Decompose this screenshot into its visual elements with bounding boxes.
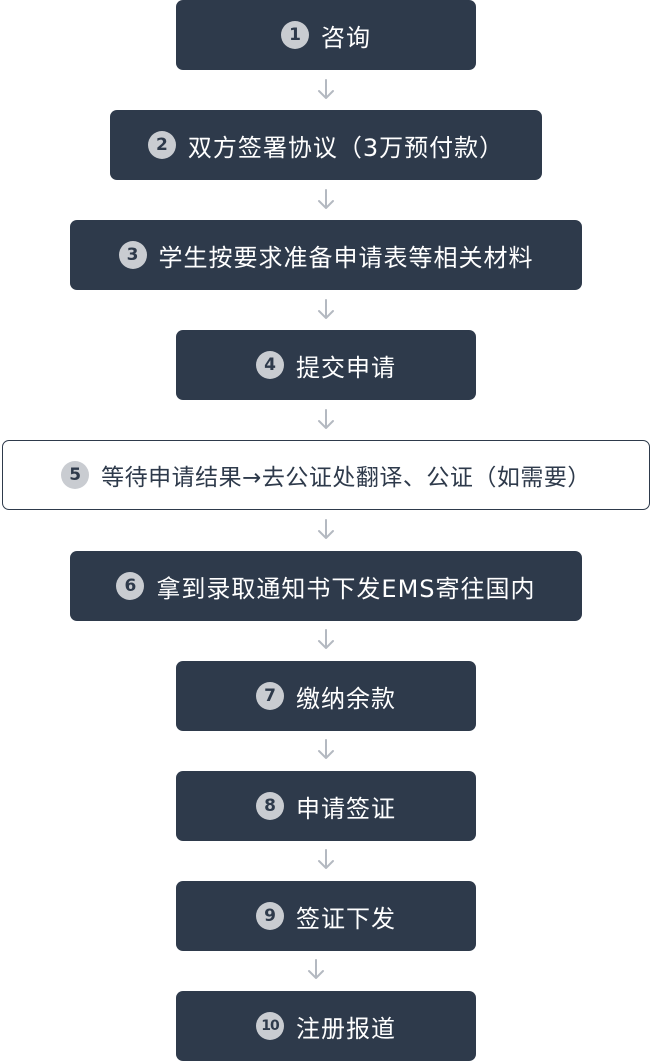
step-6-box: 6 拿到录取通知书下发EMS寄往国内	[70, 551, 582, 621]
step-label: 咨询	[321, 23, 371, 52]
step-number-badge: 7	[256, 682, 284, 710]
step-number-badge: 10	[256, 1012, 284, 1040]
step-number-badge: 1	[281, 21, 309, 49]
step-4-box: 4 提交申请	[176, 330, 476, 400]
step-label: 签证下发	[296, 904, 396, 933]
step-label: 等待申请结果→去公证处翻译、公证（如需要）	[101, 465, 591, 491]
step-number-badge: 2	[147, 131, 176, 159]
step-label: 申请签证	[296, 794, 396, 823]
step-7-box: 7 缴纳余款	[176, 661, 476, 731]
down-arrow-icon	[316, 188, 336, 212]
down-arrow-icon	[316, 78, 336, 102]
step-number-badge: 9	[256, 902, 284, 930]
down-arrow-icon	[316, 628, 336, 652]
step-8-box: 8 申请签证	[176, 771, 476, 841]
step-5-box: 5 等待申请结果→去公证处翻译、公证（如需要）	[2, 440, 650, 510]
step-number-badge: 4	[256, 351, 284, 379]
step-1-box: 1 咨询	[176, 0, 476, 70]
step-2-box: 2 双方签署协议（3万预付款）	[110, 110, 542, 180]
step-label: 提交申请	[296, 353, 396, 382]
step-10-box: 10 注册报道	[176, 991, 476, 1061]
step-label: 拿到录取通知书下发EMS寄往国内	[156, 574, 536, 603]
down-arrow-icon	[306, 958, 326, 982]
step-label: 双方签署协议（3万预付款）	[187, 133, 505, 162]
step-label: 学生按要求准备申请表等相关材料	[158, 243, 534, 272]
step-number-badge: 3	[118, 241, 147, 269]
step-number-badge: 8	[256, 792, 284, 820]
step-label: 缴纳余款	[296, 684, 396, 713]
down-arrow-icon	[316, 738, 336, 762]
down-arrow-icon	[316, 298, 336, 322]
down-arrow-icon	[316, 848, 336, 872]
down-arrow-icon	[316, 518, 336, 542]
step-label: 注册报道	[296, 1014, 396, 1043]
step-9-box: 9 签证下发	[176, 881, 476, 951]
step-3-box: 3 学生按要求准备申请表等相关材料	[70, 220, 582, 290]
down-arrow-icon	[316, 408, 336, 432]
step-number-badge: 6	[116, 572, 145, 600]
step-number-badge: 5	[61, 461, 90, 489]
